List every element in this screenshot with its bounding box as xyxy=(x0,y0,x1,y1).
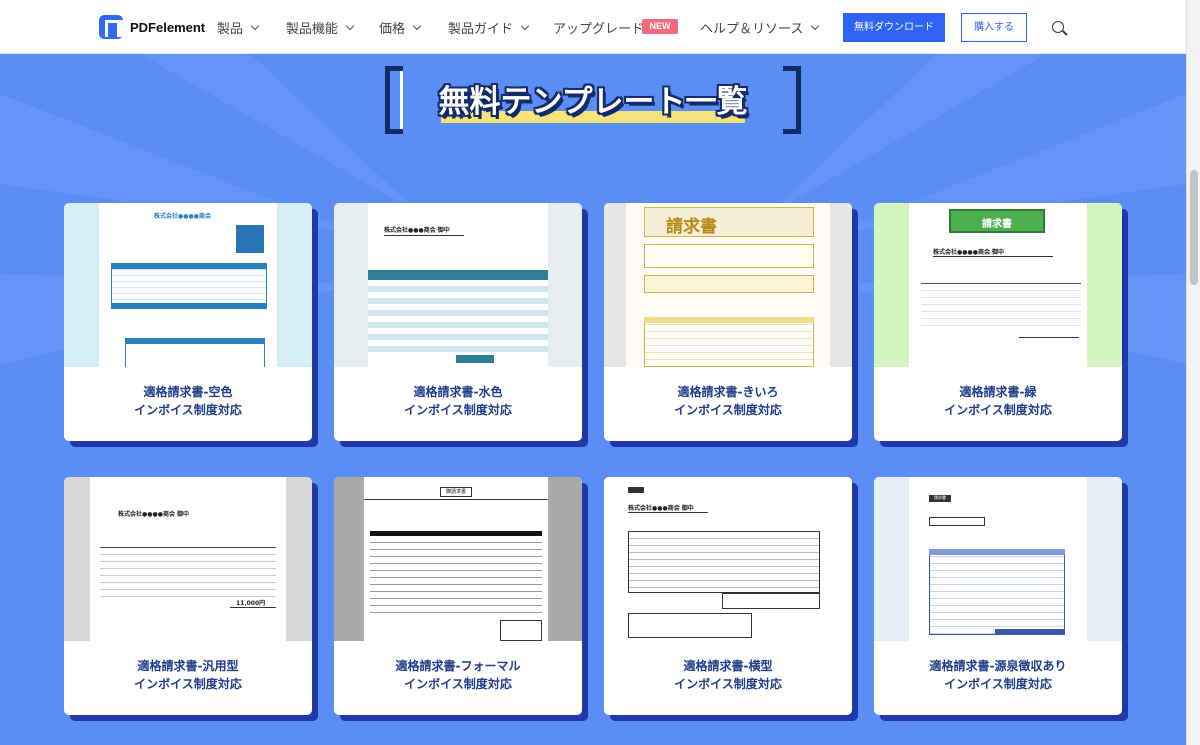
nav-label: アップグレード xyxy=(553,22,645,37)
thumbnail-title: 株式会社●●●●商会 御中 xyxy=(118,511,190,518)
scrollbar-thumb[interactable] xyxy=(1190,170,1198,285)
section-title: 無料テンプレート一覧 xyxy=(385,66,801,136)
brand-name: PDFelement xyxy=(130,19,206,35)
template-name: 適格請求書-水色 インボイス制度対応 xyxy=(334,383,582,419)
pdfelement-logo-icon xyxy=(99,15,123,39)
nav-label: 価格 xyxy=(379,22,406,37)
nav-item-products[interactable]: 製品 xyxy=(217,18,260,37)
thumbnail-title: 御請求書 xyxy=(440,487,472,497)
template-title: 適格請求書-きいろ xyxy=(677,385,779,399)
template-thumbnail: 請求書 xyxy=(874,477,1122,641)
template-name: 適格請求書-源泉徴収あり インボイス制度対応 xyxy=(874,657,1122,693)
nav-label: 製品ガイド xyxy=(448,22,514,37)
template-name: 適格請求書-汎用型 インボイス制度対応 xyxy=(64,657,312,693)
template-name: 適格請求書-横型 インボイス制度対応 xyxy=(604,657,852,693)
template-title: 適格請求書-空色 xyxy=(143,385,233,399)
thumbnail-title: 株式会社●●●商会 御中 xyxy=(628,505,694,512)
nav-item-help[interactable]: ヘルプ＆リソース xyxy=(700,18,820,37)
nav-item-upgrade[interactable]: アップグレード xyxy=(553,18,644,37)
nav-item-features[interactable]: 製品機能 xyxy=(286,18,355,37)
nav-label: 製品機能 xyxy=(286,22,339,37)
thumbnail-title: 請求書 xyxy=(666,217,717,237)
thumbnail-title: 株式会社●●●商会 御中 xyxy=(384,227,450,234)
template-title: 適格請求書-横型 xyxy=(683,659,773,673)
template-name: 適格請求書-フォーマル インボイス制度対応 xyxy=(334,657,582,693)
template-card-gensen[interactable]: 請求書 適格請求書-源泉徴収あり インボイス制度対応 xyxy=(874,477,1122,715)
template-thumbnail: 株式会社●●●●商会 xyxy=(64,203,312,367)
chevron-down-icon xyxy=(345,21,355,30)
thumbnail-title: 株式会社●●●●商会 xyxy=(154,213,211,220)
template-title: 適格請求書-水色 xyxy=(413,385,503,399)
new-badge: NEW xyxy=(642,19,678,34)
right-bracket-decoration xyxy=(783,66,801,134)
template-card-sora[interactable]: 株式会社●●●●商会 適格請求書-空色 インボイス制度対応 xyxy=(64,203,312,441)
template-subtitle: インボイス制度対応 xyxy=(134,403,242,417)
template-thumbnail: 請求書 株式会社●●●●商会 御中 xyxy=(874,203,1122,367)
nav-label: ヘルプ＆リソース xyxy=(700,22,804,37)
template-subtitle: インボイス制度対応 xyxy=(134,677,242,691)
thumbnail-title: 請求書 xyxy=(929,495,951,502)
template-subtitle: インボイス制度対応 xyxy=(944,677,1052,691)
template-card-mizuiro[interactable]: 株式会社●●●商会 御中 適格請求書-水色 インボイス制度対応 xyxy=(334,203,582,441)
nav-label: 製品 xyxy=(217,22,244,37)
template-title: 適格請求書-源泉徴収あり xyxy=(929,659,1067,673)
template-card-hanyou[interactable]: 株式会社●●●●商会 御中 11,000円 適格請求書-汎用型 インボイス制度対… xyxy=(64,477,312,715)
template-subtitle: インボイス制度対応 xyxy=(404,403,512,417)
chevron-down-icon xyxy=(250,21,260,30)
buy-button[interactable]: 購入する xyxy=(961,13,1027,42)
template-title: 適格請求書-汎用型 xyxy=(137,659,239,673)
template-name: 適格請求書-きいろ インボイス制度対応 xyxy=(604,383,852,419)
template-subtitle: インボイス制度対応 xyxy=(674,677,782,691)
template-thumbnail: 株式会社●●●●商会 御中 11,000円 xyxy=(64,477,312,641)
section-title-text: 無料テンプレート一覧 xyxy=(438,84,748,120)
search-icon[interactable] xyxy=(1052,21,1067,36)
brand-logo[interactable]: PDFelement xyxy=(99,15,205,39)
template-title: 適格請求書-フォーマル xyxy=(395,659,521,673)
template-name: 適格請求書-空色 インボイス制度対応 xyxy=(64,383,312,419)
template-name: 適格請求書-緑 インボイス制度対応 xyxy=(874,383,1122,419)
template-thumbnail: 御請求書 xyxy=(334,477,582,641)
template-card-yokogata[interactable]: 株式会社●●●商会 御中 適格請求書-横型 インボイス制度対応 xyxy=(604,477,852,715)
template-thumbnail: 株式会社●●●商会 御中 xyxy=(604,477,852,641)
template-title: 適格請求書-緑 xyxy=(959,385,1037,399)
page-scrollbar[interactable] xyxy=(1186,0,1200,745)
thumbnail-title: 請求書 xyxy=(982,219,1012,230)
template-card-formal[interactable]: 御請求書 適格請求書-フォーマル インボイス制度対応 xyxy=(334,477,582,715)
template-subtitle: インボイス制度対応 xyxy=(674,403,782,417)
chevron-down-icon xyxy=(520,21,530,30)
template-card-midori[interactable]: 請求書 株式会社●●●●商会 御中 適格請求書-緑 インボイス制度対応 xyxy=(874,203,1122,441)
template-thumbnail: 請求書 xyxy=(604,203,852,367)
nav-item-pricing[interactable]: 価格 xyxy=(379,18,422,37)
template-subtitle: インボイス制度対応 xyxy=(404,677,512,691)
site-header: PDFelement 製品 製品機能 価格 製品ガイド アップグレード NEW … xyxy=(0,0,1186,54)
chevron-down-icon xyxy=(412,21,422,30)
nav-item-guide[interactable]: 製品ガイド xyxy=(448,18,530,37)
chevron-down-icon xyxy=(811,21,820,30)
free-download-button[interactable]: 無料ダウンロード xyxy=(843,13,945,42)
template-subtitle: インボイス制度対応 xyxy=(944,403,1052,417)
template-thumbnail: 株式会社●●●商会 御中 xyxy=(334,203,582,367)
template-card-kiiro[interactable]: 請求書 適格請求書-きいろ インボイス制度対応 xyxy=(604,203,852,441)
